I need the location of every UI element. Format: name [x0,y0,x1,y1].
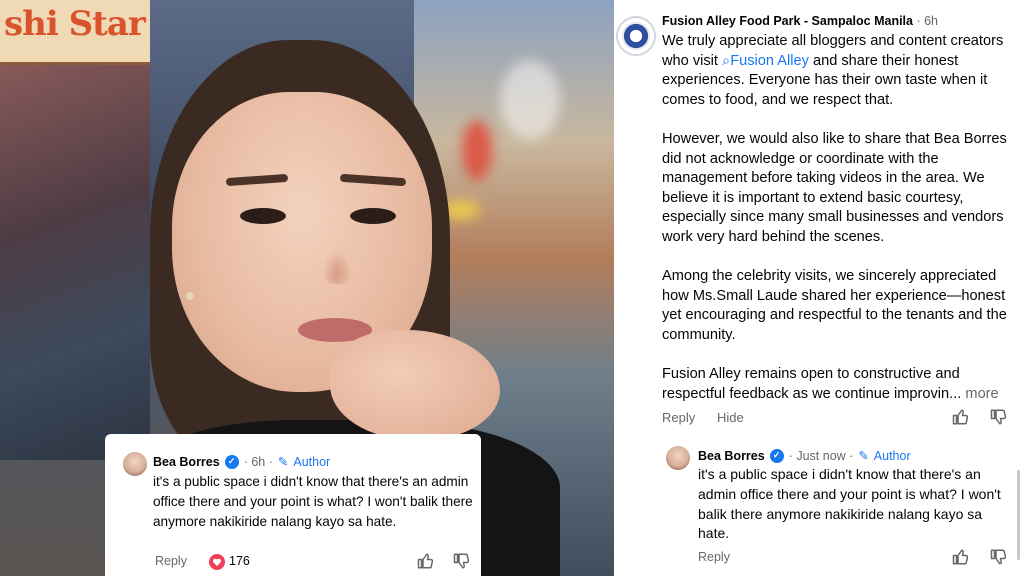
comment-author-name[interactable]: Bea Borres [153,455,220,469]
thumbs-down-icon[interactable] [453,552,471,570]
comment-author-row: Bea Borres ✓ · 6h · ✎ Author [153,454,330,469]
reply-button[interactable]: Reply [662,410,695,425]
reply-button[interactable]: Reply [155,554,187,568]
eye [350,208,396,224]
verified-badge-icon: ✓ [224,454,239,469]
heart-reaction-icon[interactable] [209,554,225,570]
post-panel: Fusion Alley Food Park - Sampaloc Manila… [614,0,1024,576]
post-paragraph: Fusion Alley remains open to constructiv… [662,365,1012,404]
comment-time: · 6h · [243,454,273,469]
post-header: Fusion Alley Food Park - Sampaloc Manila… [662,14,938,28]
shop-sign-text: shi Star [4,4,146,44]
comment-text: it's a public space i didn't know that t… [153,474,473,529]
author-tag: Author [293,454,331,469]
post-paragraph: However, we would also like to share tha… [662,130,1007,245]
comment-author-name[interactable]: Bea Borres [698,449,765,463]
thumbs-up-icon[interactable] [952,408,970,426]
author-tag: Author [873,448,911,463]
earring [186,292,194,300]
photo-panel: shi Star Bea Borres ✓ · 6h · ✎ Author it… [0,0,614,576]
avatar[interactable] [666,446,690,470]
post-body: We truly appreciate all bloggers and con… [662,32,1012,404]
search-link-icon[interactable]: ⌕ [722,53,730,69]
shop-sign: shi Star [0,0,150,65]
author-pencil-icon: ✎ [858,449,869,463]
comment-card-left: Bea Borres ✓ · 6h · ✎ Author it's a publ… [105,434,481,576]
verified-badge-icon: ✓ [769,448,784,463]
thumbs-up-icon[interactable] [952,548,970,566]
page-name[interactable]: Fusion Alley Food Park - Sampaloc Manila [662,14,913,28]
comment-text: it's a public space i didn't know that t… [698,466,1001,542]
author-pencil-icon: ✎ [277,455,289,469]
post-time: · 6h [916,14,939,28]
thumbs-down-icon[interactable] [990,548,1008,566]
eye [240,208,286,224]
post-paragraph: We truly appreciate all bloggers and con… [662,32,1012,110]
market-stall-background [0,60,150,460]
lantern-light [462,120,492,180]
thumbs-down-icon[interactable] [990,408,1008,426]
post-text: Fusion Alley remains open to constructiv… [662,366,962,402]
post-paragraph: Among the celebrity visits, we sincerely… [662,268,1007,343]
reaction-count: 176 [229,554,250,568]
see-more-link[interactable]: more [965,386,998,402]
comment-author-row: Bea Borres ✓ · Just now · ✎ Author [698,448,911,463]
scrollbar[interactable] [1017,470,1020,560]
stall-light [500,60,560,140]
comment-time: · Just now · [788,448,854,463]
nose [322,250,352,284]
hide-button[interactable]: Hide [717,410,744,425]
avatar[interactable] [123,452,147,476]
fusion-alley-link[interactable]: Fusion Alley [730,53,809,69]
reply-button[interactable]: Reply [698,550,730,564]
page-logo[interactable] [616,16,656,56]
thumbs-up-icon[interactable] [417,552,435,570]
